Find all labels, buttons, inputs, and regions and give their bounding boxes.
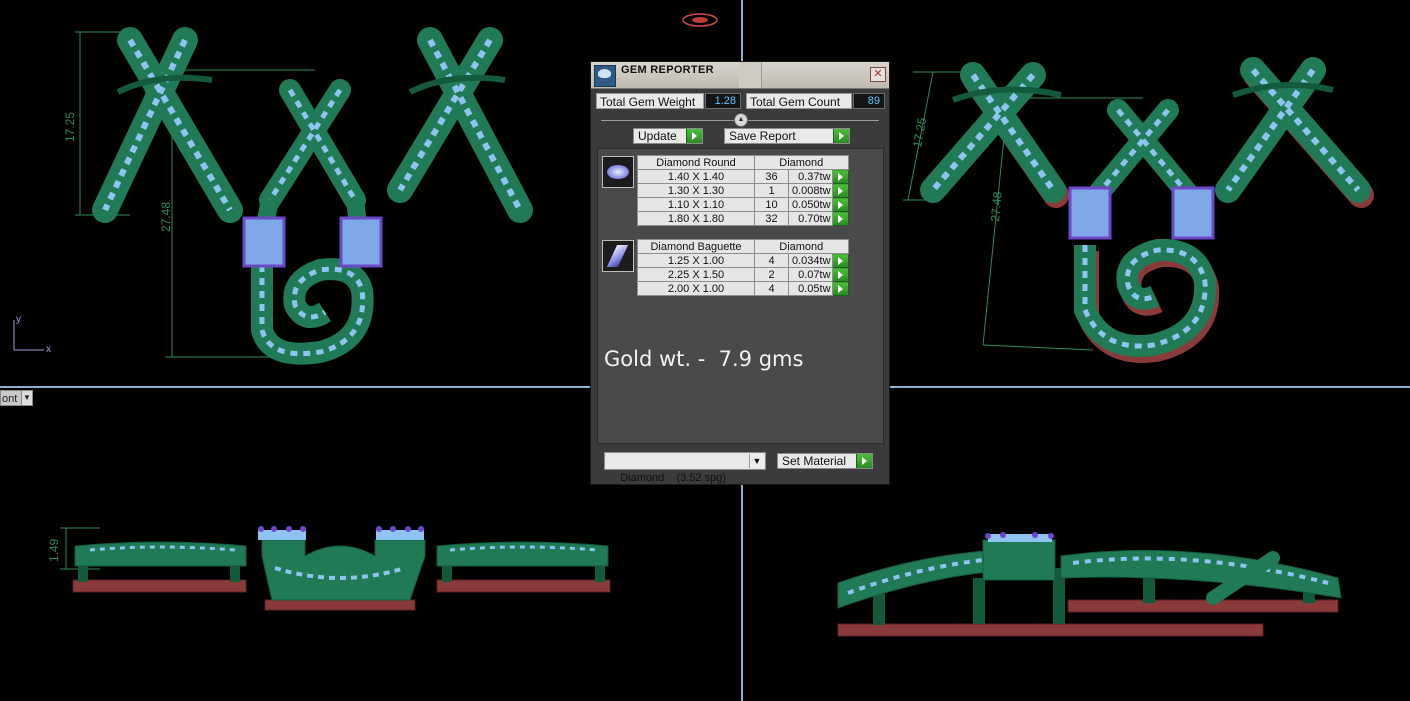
dialog-title-bar[interactable]: GEM REPORTER ✕ [591, 62, 889, 89]
title-tab-divider [739, 62, 762, 88]
left-segment [72, 541, 247, 593]
gem-weight: 0.07tw [788, 267, 833, 282]
gem-weight: 0.37tw [788, 169, 833, 184]
play-arrow-icon [833, 129, 849, 143]
gem-reporter-dialog: GEM REPORTER ✕ Total Gem Weight 1.28 Tot… [590, 61, 890, 485]
row-select-arrow-icon[interactable] [831, 281, 849, 296]
material-select-value: Diamond (3.52 spg) [620, 472, 727, 484]
collapse-toggle-icon[interactable]: ▲ [734, 113, 748, 127]
gem-count: 10 [754, 197, 789, 212]
gem-size: 1.80 X 1.80 [637, 211, 755, 226]
diamond-baguette-table: Diamond Baguette Diamond 1.25 X 1.00 4 0… [637, 239, 849, 296]
table-row[interactable]: 1.30 X 1.30 1 0.008tw [637, 183, 849, 198]
axis-label-x: x [46, 344, 51, 355]
gem-type-header: Diamond Round [637, 155, 755, 170]
viewport-view-label: ont [2, 393, 18, 405]
gem-weight: 0.034tw [788, 253, 833, 268]
center-cross-shape [242, 79, 383, 365]
right-cross-shape [387, 27, 533, 223]
round-diamond-icon [602, 156, 634, 188]
save-report-button-label: Save Report [729, 129, 796, 143]
baguette-diamond-icon [602, 240, 634, 272]
right-cross-shape [1215, 57, 1374, 208]
total-gem-weight-value: 1.28 [705, 93, 741, 109]
gem-material-header: Diamond [754, 155, 849, 170]
update-button[interactable]: Update [633, 128, 703, 144]
dialog-title: GEM REPORTER [621, 64, 714, 76]
table-row[interactable]: 1.25 X 1.00 4 0.034tw [637, 253, 849, 268]
dimension-label-thickness: 1.49 [47, 538, 61, 562]
gem-weight: 0.70tw [788, 211, 833, 226]
diamond-round-table: Diamond Round Diamond 1.40 X 1.40 36 0.3… [637, 155, 849, 226]
gem-list-panel: Diamond Round Diamond 1.40 X 1.40 36 0.3… [597, 148, 884, 444]
material-select[interactable]: Diamond (3.52 spg) ▼ [604, 452, 766, 484]
gem-count: 2 [754, 267, 789, 282]
table-row[interactable]: 2.00 X 1.00 4 0.05tw [637, 281, 849, 296]
center-segment [258, 526, 426, 611]
right-segment [436, 541, 611, 593]
row-select-arrow-icon[interactable] [831, 211, 849, 226]
dimension-label-height: 17.25 [910, 116, 929, 148]
viewport-view-menu[interactable]: ont ▼ [0, 390, 33, 406]
total-gem-count-label: Total Gem Count [746, 93, 852, 109]
gem-weight: 0.05tw [788, 281, 833, 296]
gem-count: 36 [754, 169, 789, 184]
gold-weight-note: Gold wt. - 7.9 gms [604, 347, 804, 371]
rotation-gizmo-icon [682, 13, 718, 27]
gem-count: 1 [754, 183, 789, 198]
play-arrow-icon [856, 454, 872, 468]
dimension-label-length: 27.48 [988, 191, 1005, 222]
gem-type-header: Diamond Baguette [637, 239, 755, 254]
table-row[interactable]: 1.40 X 1.40 36 0.37tw [637, 169, 849, 184]
chevron-down-icon[interactable]: ▼ [21, 391, 32, 405]
table-header: Diamond Baguette Diamond [637, 239, 849, 254]
gem-size: 2.00 X 1.00 [637, 281, 755, 296]
gem-weight: 0.050tw [788, 197, 833, 212]
gem-weight: 0.008tw [788, 183, 833, 198]
chevron-down-icon[interactable]: ▼ [749, 454, 764, 468]
left-cross-shape [92, 27, 243, 223]
gem-size: 1.25 X 1.00 [637, 253, 755, 268]
row-select-arrow-icon[interactable] [831, 267, 849, 282]
gem-count: 4 [754, 281, 789, 296]
gem-count: 32 [754, 211, 789, 226]
total-gem-weight-label: Total Gem Weight [596, 93, 704, 109]
gem-size: 1.10 X 1.10 [637, 197, 755, 212]
gem-material-header: Diamond [754, 239, 849, 254]
total-gem-count-value: 89 [853, 93, 885, 109]
set-material-button-label: Set Material [782, 454, 847, 468]
gem-size: 1.40 X 1.40 [637, 169, 755, 184]
row-select-arrow-icon[interactable] [831, 197, 849, 212]
update-button-label: Update [638, 129, 677, 143]
dimension-label-length: 27.48 [159, 202, 173, 232]
gem-count: 4 [754, 253, 789, 268]
row-select-arrow-icon[interactable] [831, 183, 849, 198]
gem-size: 1.30 X 1.30 [637, 183, 755, 198]
save-report-button[interactable]: Save Report [724, 128, 850, 144]
gem-size: 2.25 X 1.50 [637, 267, 755, 282]
close-icon[interactable]: ✕ [870, 67, 886, 82]
row-select-arrow-icon[interactable] [831, 253, 849, 268]
gem-reporter-logo-icon [594, 65, 616, 87]
play-arrow-icon [686, 129, 702, 143]
row-select-arrow-icon[interactable] [831, 169, 849, 184]
chain-assembly [837, 532, 1342, 637]
table-row[interactable]: 1.80 X 1.80 32 0.70tw [637, 211, 849, 226]
dimension-label-height: 17.25 [63, 112, 77, 142]
set-material-button[interactable]: Set Material [777, 453, 873, 469]
center-cross-shape [1068, 99, 1220, 363]
axis-label-y: y [16, 314, 21, 325]
table-row[interactable]: 2.25 X 1.50 2 0.07tw [637, 267, 849, 282]
table-row[interactable]: 1.10 X 1.10 10 0.050tw [637, 197, 849, 212]
table-header: Diamond Round Diamond [637, 155, 849, 170]
left-cross-shape [920, 62, 1069, 208]
